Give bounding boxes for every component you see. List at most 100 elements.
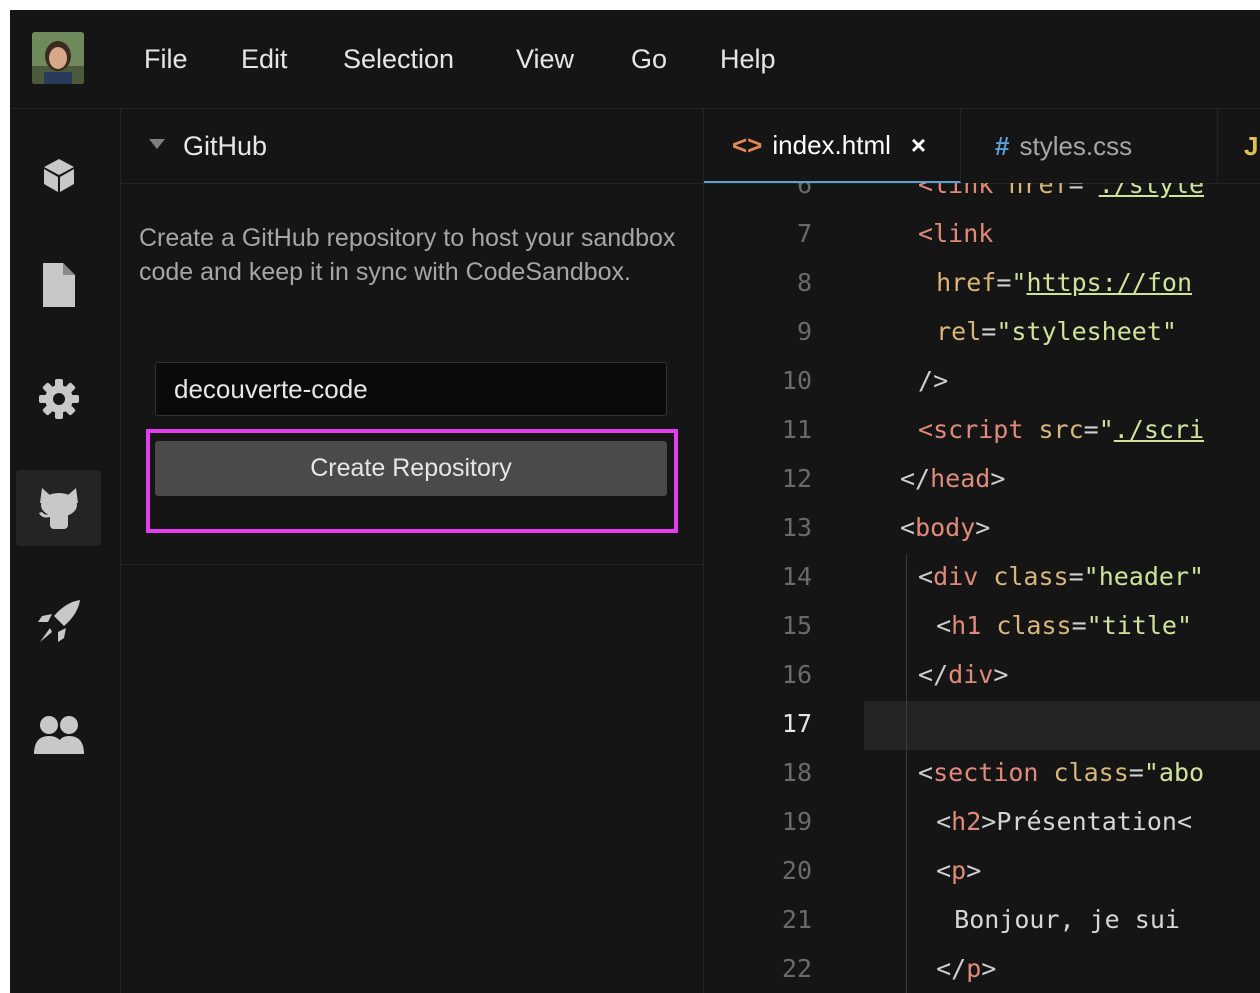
- code-area[interactable]: 6 <link href="./style 7 <link 8 href="https:/…: [704, 183, 1260, 993]
- code-line[interactable]: 21 Bonjour, je sui: [704, 897, 1260, 946]
- css-file-icon: #: [995, 130, 1010, 161]
- code-line[interactable]: 8 href="https://fon: [704, 260, 1260, 309]
- code-line[interactable]: 13 <body>: [704, 505, 1260, 554]
- line-number: 7: [796, 219, 812, 248]
- code-token: class: [1053, 758, 1129, 787]
- code-text: <section class="abo: [918, 758, 1204, 787]
- line-number: 21: [781, 905, 812, 934]
- github-panel-header[interactable]: GitHub: [121, 109, 703, 184]
- code-text: <p>: [936, 856, 981, 885]
- code-token: <link: [918, 219, 994, 248]
- file-icon: [42, 263, 75, 307]
- github-panel: GitHub Create a GitHub repository to hos…: [121, 109, 704, 993]
- code-line[interactable]: 15 <h1 class="title": [704, 603, 1260, 652]
- tab-script-js[interactable]: J: [1218, 109, 1260, 183]
- code-line[interactable]: 14 <div class="header": [704, 554, 1260, 603]
- code-token: rel: [936, 317, 982, 346]
- line-number: 19: [781, 807, 812, 836]
- code-token: h1: [951, 611, 997, 640]
- code-token: </: [900, 464, 931, 493]
- line-number: 8: [796, 268, 812, 297]
- tab-styles-css[interactable]: # styles.css: [961, 109, 1218, 183]
- line-number: 12: [781, 464, 812, 493]
- code-token: src: [1038, 415, 1084, 444]
- rocket-icon: [37, 600, 80, 642]
- activity-settings[interactable]: [16, 361, 101, 437]
- js-file-icon: J: [1244, 130, 1259, 161]
- activity-github[interactable]: [16, 470, 101, 546]
- line-number: 13: [781, 513, 812, 542]
- code-token: p: [951, 856, 967, 885]
- line-number: 14: [781, 562, 812, 591]
- code-text: href="https://fon: [936, 268, 1192, 297]
- activity-sandbox[interactable]: [16, 137, 101, 213]
- activity-live[interactable]: [16, 696, 101, 772]
- code-text: </p>: [936, 954, 996, 983]
- create-repository-button[interactable]: Create Repository: [155, 441, 667, 496]
- activity-bar: [10, 109, 121, 993]
- code-token: >: [990, 464, 1006, 493]
- gear-icon: [38, 379, 79, 419]
- code-token: href: [936, 268, 997, 297]
- menu-edit[interactable]: Edit: [241, 44, 288, 75]
- line-number: 16: [781, 660, 812, 689]
- menu-view[interactable]: View: [516, 44, 574, 75]
- code-token: >: [981, 954, 997, 983]
- avatar[interactable]: [32, 32, 84, 84]
- html-file-icon: <>: [732, 129, 763, 160]
- code-line[interactable]: 18 <section class="abo: [704, 750, 1260, 799]
- code-text: <h1 class="title": [936, 611, 1192, 640]
- code-token: p: [966, 954, 982, 983]
- code-line[interactable]: 19 <h2>Présentation<: [704, 799, 1260, 848]
- code-line[interactable]: 7 <link: [704, 211, 1260, 260]
- code-token: <: [900, 513, 916, 542]
- code-token: =: [1083, 415, 1099, 444]
- code-token: section: [933, 758, 1054, 787]
- activity-deploy[interactable]: [16, 583, 101, 659]
- code-token: div: [933, 562, 994, 591]
- code-token: head: [930, 464, 991, 493]
- code-line[interactable]: 20 <p>: [704, 848, 1260, 897]
- code-token: <: [936, 807, 952, 836]
- menu-help[interactable]: Help: [720, 44, 776, 75]
- code-text: <body>: [900, 513, 990, 542]
- menu-go[interactable]: Go: [631, 44, 667, 75]
- activity-explorer[interactable]: [16, 247, 101, 323]
- code-token: div: [948, 660, 994, 689]
- code-line[interactable]: 12 </head>: [704, 456, 1260, 505]
- indent-guide: [906, 554, 907, 993]
- menu-selection[interactable]: Selection: [343, 44, 454, 75]
- line-number: 18: [781, 758, 812, 787]
- code-token: >: [981, 807, 997, 836]
- code-line[interactable]: 17: [704, 701, 1260, 750]
- code-token: >: [975, 513, 991, 542]
- code-token: body: [915, 513, 976, 542]
- code-token: =: [981, 317, 997, 346]
- line-number: 9: [796, 317, 812, 346]
- code-line[interactable]: 10 />: [704, 358, 1260, 407]
- code-token: </: [918, 660, 949, 689]
- code-token: "header": [1083, 562, 1205, 591]
- code-line[interactable]: 11 <script src="./scri: [704, 407, 1260, 456]
- code-token: <: [918, 758, 934, 787]
- code-token: href: [1008, 183, 1069, 199]
- code-token: <: [918, 562, 934, 591]
- repository-name-input[interactable]: [155, 362, 667, 416]
- code-token: >: [966, 856, 982, 885]
- code-line[interactable]: 22 </p>: [704, 946, 1260, 993]
- tab-index-html[interactable]: <> index.html ×: [704, 109, 961, 183]
- code-line[interactable]: 16 </div>: [704, 652, 1260, 701]
- close-icon[interactable]: ×: [911, 130, 926, 161]
- code-token: "abo: [1143, 758, 1205, 787]
- caret-down-icon[interactable]: [149, 139, 165, 149]
- code-token: ./style: [1098, 183, 1205, 199]
- code-text: />: [918, 366, 948, 395]
- code-token: ": [1083, 183, 1099, 199]
- panel-title: GitHub: [183, 131, 268, 161]
- menu-file[interactable]: File: [144, 44, 188, 75]
- cube-icon: [43, 159, 74, 192]
- code-token: ./scri: [1113, 415, 1205, 444]
- code-line[interactable]: 6 <link href="./style: [704, 183, 1260, 211]
- code-line[interactable]: 9 rel="stylesheet": [704, 309, 1260, 358]
- code-token: =: [1068, 183, 1084, 199]
